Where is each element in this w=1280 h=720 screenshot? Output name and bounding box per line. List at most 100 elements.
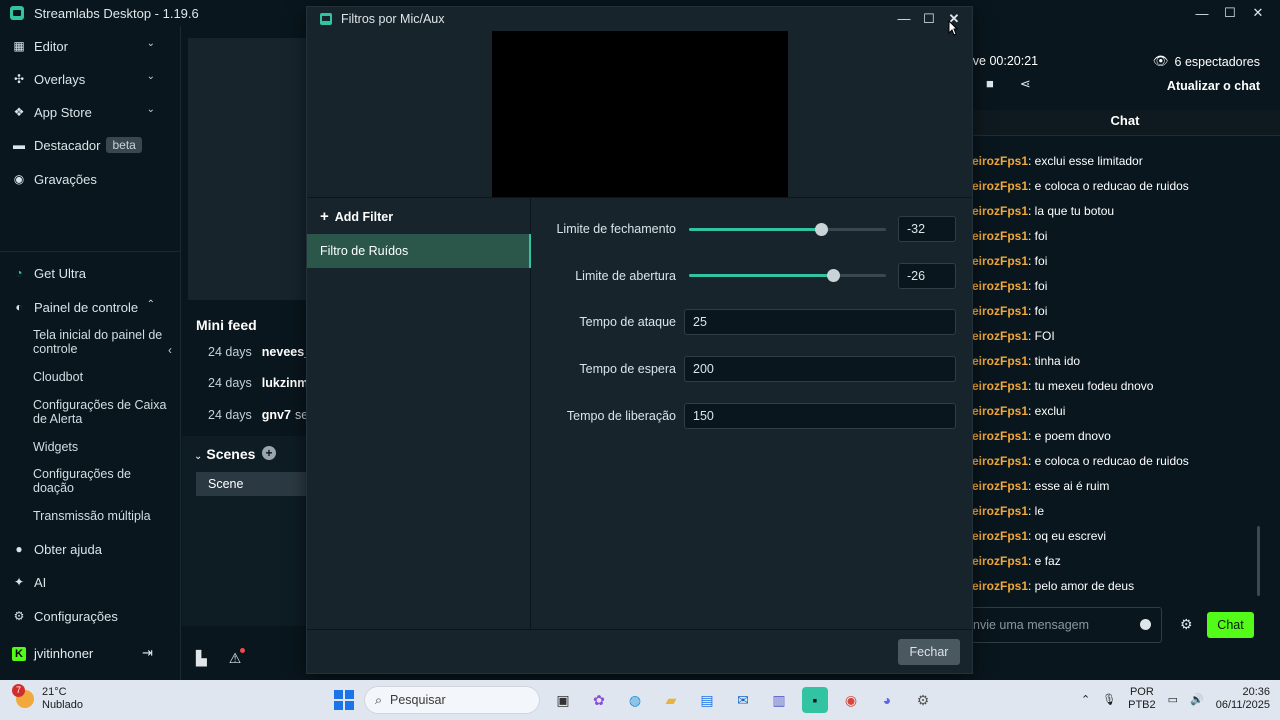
chat-username[interactable]: eirozFps1 (972, 504, 1028, 518)
alert-warning-icon[interactable]: ⚠ (229, 648, 245, 667)
sidebar-item-get-ultra[interactable]: ◔ Get Ultra (0, 258, 181, 288)
sidebar-subitem-dashboard-home[interactable]: Tela inicial do painel de controle (33, 328, 173, 356)
chat-message: eirozFps1: exclui esse limitador (972, 154, 1143, 168)
release-time-label: Tempo de liberação (566, 409, 676, 423)
edge-browser-icon[interactable]: ◍ (622, 687, 648, 713)
open-threshold-input[interactable]: -26 (898, 263, 956, 289)
chat-username[interactable]: eirozFps1 (972, 354, 1028, 368)
microphone-icon[interactable]: 🎙 (1102, 693, 1116, 706)
chat-username[interactable]: eirozFps1 (972, 404, 1028, 418)
chat-username[interactable]: eirozFps1 (972, 329, 1028, 343)
chat-username[interactable]: eirozFps1 (972, 229, 1028, 243)
file-explorer-icon[interactable]: ▰ (658, 687, 684, 713)
chat-settings-gear-icon[interactable]: ⚙ (1180, 616, 1193, 633)
chat-text: : FOI (1028, 329, 1055, 343)
chevron-down-icon: ⌄ (146, 38, 155, 49)
refresh-chat-button[interactable]: Atualizar o chat (1167, 79, 1260, 93)
sidebar-item-recordings[interactable]: ◉ Gravações (0, 164, 181, 194)
language-indicator[interactable]: POR PTB2 (1128, 686, 1156, 712)
teams-icon[interactable]: ▥ (766, 687, 792, 713)
sidebar-subitem-alert-box[interactable]: Configurações de Caixa de Alerta (33, 398, 173, 426)
stats-chart-icon[interactable]: ▙ (196, 650, 207, 667)
system-clock[interactable]: 20:36 06/11/2025 (1216, 686, 1270, 712)
microsoft-store-icon[interactable]: ▤ (694, 687, 720, 713)
sidebar-subitem-widgets[interactable]: Widgets (33, 440, 173, 454)
weather-condition: Nublado (42, 699, 83, 711)
scene-item[interactable]: Scene (196, 472, 308, 496)
chrome-icon[interactable]: ◉ (838, 687, 864, 713)
chat-username[interactable]: eirozFps1 (972, 204, 1028, 218)
close-threshold-slider[interactable] (689, 223, 886, 236)
sidebar-item-help[interactable]: ● Obter ajuda (0, 534, 181, 564)
chat-username[interactable]: eirozFps1 (972, 454, 1028, 468)
sidebar-item-overlays[interactable]: ✣ Overlays ⌄ (0, 64, 181, 94)
sidebar-item-label: Obter ajuda (34, 541, 102, 557)
slider-thumb[interactable] (814, 223, 828, 236)
sidebar-subitem-donation-settings[interactable]: Configurações de doação (33, 467, 173, 495)
chat-username[interactable]: eirozFps1 (972, 429, 1028, 443)
sidebar-item-highlighter[interactable]: ▬ Destacador beta (0, 130, 181, 160)
task-view-icon[interactable]: ▣ (550, 687, 576, 713)
taskbar-apps: ⌕ Pesquisar ▣ ✿ ◍ ▰ ▤ ✉ ▥ ▪ ◉ ◕ ⚙ (334, 686, 936, 714)
chat-username[interactable]: eirozFps1 (972, 529, 1028, 543)
attack-time-input[interactable]: 25 (684, 309, 956, 335)
filter-item-noise-suppression[interactable]: Filtro de Ruídos (307, 234, 531, 268)
chat-username[interactable]: eirozFps1 (972, 254, 1028, 268)
outlook-icon[interactable]: ✉ (730, 687, 756, 713)
sidebar-item-editor[interactable]: ▦ Editor ⌄ (0, 31, 181, 61)
clip-camera-icon[interactable]: ■ (986, 76, 994, 92)
help-icon: ● (15, 542, 23, 556)
slider-thumb[interactable] (826, 269, 840, 282)
chat-username[interactable]: eirozFps1 (972, 304, 1028, 318)
minimize-button[interactable]: — (1190, 3, 1214, 23)
chat-scrollbar[interactable] (1257, 526, 1260, 596)
hold-time-input[interactable]: 200 (684, 356, 956, 382)
windows-start-icon[interactable] (334, 690, 354, 710)
chat-message-input[interactable]: nvie uma mensagem (970, 607, 1162, 643)
scenes-title[interactable]: ⌄ Scenes (194, 446, 255, 462)
release-time-input[interactable]: 150 (684, 403, 956, 429)
logout-icon[interactable]: ⇥ (142, 645, 153, 661)
sidebar-subitem-multistream[interactable]: Transmissão múltipla (33, 509, 173, 523)
sidebar-item-label: AI (34, 574, 47, 590)
discord-icon[interactable]: ◕ (874, 687, 900, 713)
volume-icon[interactable]: 🔊 (1190, 693, 1204, 706)
share-icon[interactable]: ⋖ (1020, 76, 1031, 92)
streamlabs-taskbar-icon[interactable]: ▪ (802, 687, 828, 713)
emoji-icon[interactable] (1140, 619, 1151, 630)
collapse-sidebar-arrow[interactable]: ‹ (168, 343, 172, 357)
modal-maximize-button[interactable]: ☐ (918, 10, 940, 28)
chat-text: : la que tu botou (1028, 204, 1115, 218)
network-icon[interactable]: ▭ (1168, 693, 1178, 706)
chat-message: eirozFps1: e poem dnovo (972, 429, 1111, 443)
chevron-up-icon[interactable]: ⌃ (1081, 693, 1090, 706)
weather-widget[interactable]: 7 21°C Nublado (12, 684, 83, 712)
chat-username[interactable]: eirozFps1 (972, 579, 1028, 593)
sidebar-subitem-cloudbot[interactable]: Cloudbot (33, 370, 173, 384)
open-threshold-slider[interactable] (689, 269, 886, 282)
modal-minimize-button[interactable]: — (893, 10, 915, 28)
chat-username[interactable]: eirozFps1 (972, 479, 1028, 493)
chat-username[interactable]: eirozFps1 (972, 179, 1028, 193)
close-modal-button[interactable]: Fechar (898, 639, 960, 665)
add-filter-button[interactable]: + Add Filter (320, 208, 393, 225)
chat-username[interactable]: eirozFps1 (972, 154, 1028, 168)
settings-app-icon[interactable]: ⚙ (910, 687, 936, 713)
add-scene-button[interactable]: + (262, 446, 276, 460)
sidebar-item-settings[interactable]: ⚙ Configurações (0, 601, 181, 631)
taskbar-search[interactable]: ⌕ Pesquisar (364, 686, 540, 714)
chat-username[interactable]: eirozFps1 (972, 379, 1028, 393)
chat-username[interactable]: eirozFps1 (972, 554, 1028, 568)
close-window-button[interactable]: ✕ (1246, 3, 1270, 23)
plus-icon: + (320, 208, 329, 225)
sidebar-item-ai[interactable]: ✦ AI (0, 567, 181, 597)
chat-username[interactable]: eirozFps1 (972, 279, 1028, 293)
close-threshold-input[interactable]: -32 (898, 216, 956, 242)
chat-message: eirozFps1: tinha ido (972, 354, 1080, 368)
chat-send-button[interactable]: Chat (1207, 612, 1254, 638)
copilot-icon[interactable]: ✿ (586, 687, 612, 713)
maximize-button[interactable]: ☐ (1218, 3, 1242, 23)
sidebar-item-app-store[interactable]: ❖ App Store ⌄ (0, 97, 181, 127)
sidebar-item-dashboard[interactable]: ◐ Painel de controle ⌃ (0, 292, 181, 322)
user-account-row[interactable]: K jvitinhoner ⇥ (12, 645, 172, 661)
